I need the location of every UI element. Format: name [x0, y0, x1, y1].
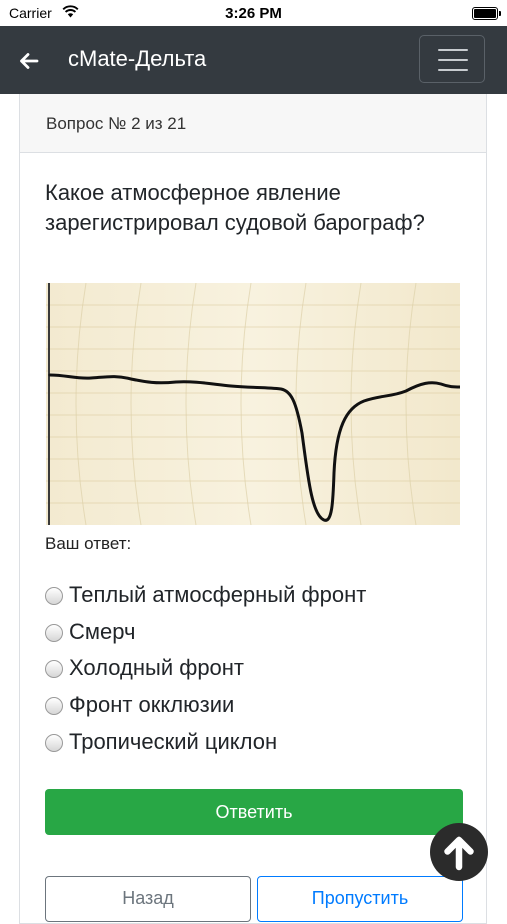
- status-bar: Carrier 3:26 PM: [0, 0, 507, 26]
- option-label: Фронт окклюзии: [69, 692, 235, 717]
- question-counter: Вопрос № 2 из 21: [46, 114, 187, 133]
- hamburger-icon: [438, 49, 468, 51]
- clock: 3:26 PM: [225, 5, 282, 22]
- menu-toggle-button[interactable]: [419, 35, 485, 83]
- radio-button[interactable]: [45, 587, 63, 605]
- back-arrow-icon[interactable]: [14, 46, 44, 76]
- option-label: Теплый атмосферный фронт: [69, 582, 367, 607]
- radio-button[interactable]: [45, 734, 63, 752]
- question-text: Какое атмосферное явление зарегистрирова…: [45, 180, 425, 235]
- scroll-top-button[interactable]: [430, 823, 488, 881]
- battery-icon: [472, 7, 501, 20]
- barograph-chart-image: [46, 283, 460, 525]
- option-label: Смерч: [69, 619, 136, 644]
- option-label: Тропический циклон: [69, 729, 278, 754]
- app-title: cMate-Дельта: [68, 46, 207, 71]
- submit-answer-button[interactable]: Ответить: [45, 789, 463, 835]
- skip-button[interactable]: Пропустить: [257, 876, 463, 922]
- navbar: cMate-Дельта: [0, 26, 507, 94]
- option-label: Холодный фронт: [69, 655, 245, 680]
- arrow-up-icon: [444, 836, 474, 871]
- radio-button[interactable]: [45, 697, 63, 715]
- back-button[interactable]: Назад: [45, 876, 251, 922]
- card-header: Вопрос № 2 из 21: [20, 94, 486, 153]
- radio-button[interactable]: [45, 660, 63, 678]
- answer-label: Ваш ответ:: [45, 534, 132, 553]
- radio-button[interactable]: [45, 624, 63, 642]
